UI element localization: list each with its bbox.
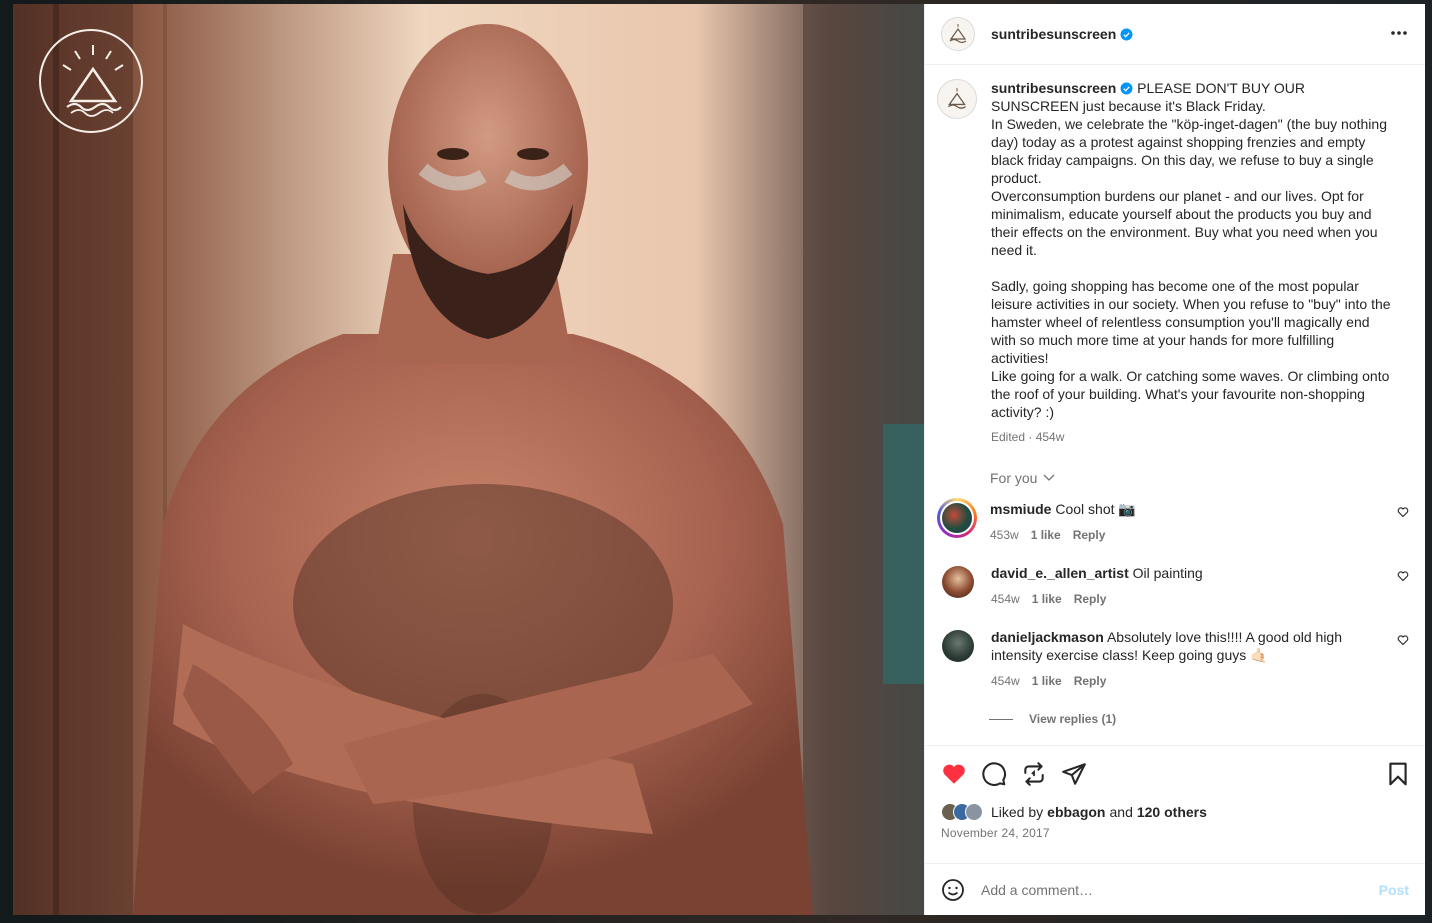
comment-likes-count[interactable]: 1 like xyxy=(1031,526,1061,544)
comment-item: danieljackmason Absolutely love this!!!!… xyxy=(937,628,1409,690)
comment-username[interactable]: danieljackmason xyxy=(991,629,1104,645)
comment-reply-button[interactable]: Reply xyxy=(1074,590,1107,608)
author-avatar[interactable] xyxy=(941,17,975,51)
comment-item: david_e._allen_artist Oil painting 454w … xyxy=(937,564,1409,608)
post-date[interactable]: November 24, 2017 xyxy=(925,823,1425,845)
likes-summary: Liked by ebbagon and 120 others xyxy=(925,801,1425,823)
verified-badge-icon xyxy=(1120,82,1133,95)
comment-age[interactable]: 454w xyxy=(991,590,1020,608)
comment-likes-count[interactable]: 1 like xyxy=(1032,590,1062,608)
liked-by-prefix: Liked by xyxy=(991,804,1044,820)
brand-logo-icon xyxy=(949,24,967,44)
verified-badge-icon xyxy=(1120,28,1133,41)
share-paper-plane-icon[interactable] xyxy=(1061,761,1087,787)
post-photo[interactable] xyxy=(13,4,924,915)
comment-likes-count[interactable]: 1 like xyxy=(1032,672,1062,690)
photo-illustration xyxy=(13,4,924,915)
like-heart-icon[interactable] xyxy=(941,761,967,787)
liker-avatar xyxy=(965,803,983,821)
comment-username[interactable]: msmiude xyxy=(990,501,1051,517)
caption-meta: Edited · 454w xyxy=(991,430,1065,444)
repost-icon[interactable] xyxy=(1021,761,1047,787)
comment-text: Cool shot 📷 xyxy=(1055,501,1136,517)
comment-bubble-icon[interactable] xyxy=(981,761,1007,787)
save-bookmark-icon[interactable] xyxy=(1385,761,1411,787)
author-username[interactable]: suntribesunscreen xyxy=(991,26,1133,42)
comment-sort-label: For you xyxy=(990,470,1038,486)
comment-age[interactable]: 454w xyxy=(991,672,1020,690)
brand-logo-icon xyxy=(947,88,967,109)
caption-body: suntribesunscreen PLEASE DON'T BUY OUR S… xyxy=(991,79,1393,446)
comment-like-heart-icon[interactable] xyxy=(1397,506,1409,518)
post-modal: suntribesunscreen suntribesunscreen PLEA… xyxy=(13,4,1425,915)
comment-reply-button[interactable]: Reply xyxy=(1073,526,1106,544)
liked-by-others[interactable]: 120 others xyxy=(1137,804,1207,820)
comment-username[interactable]: david_e._allen_artist xyxy=(991,565,1129,581)
author-username-text[interactable]: suntribesunscreen xyxy=(991,26,1116,42)
comment-input[interactable] xyxy=(981,881,1379,898)
comment-reply-button[interactable]: Reply xyxy=(1074,672,1107,690)
likers-avatar-stack[interactable] xyxy=(941,803,983,821)
comment-age[interactable]: 453w xyxy=(990,526,1019,544)
more-dots-icon xyxy=(1391,30,1407,35)
liked-by-user[interactable]: ebbagon xyxy=(1047,804,1105,820)
view-replies-button[interactable]: View replies (1) xyxy=(989,712,1409,726)
comment-like-heart-icon[interactable] xyxy=(1397,570,1409,582)
post-header: suntribesunscreen xyxy=(925,4,1425,65)
caption-username[interactable]: suntribesunscreen xyxy=(991,80,1116,96)
post-side-panel: suntribesunscreen suntribesunscreen PLEA… xyxy=(924,4,1425,915)
commenter-avatar[interactable] xyxy=(942,630,974,662)
liked-by-and: and xyxy=(1109,804,1133,820)
commenter-avatar[interactable] xyxy=(942,566,974,598)
replies-divider xyxy=(989,718,1013,720)
view-replies-label: View replies (1) xyxy=(1029,712,1117,726)
post-comment-button[interactable]: Post xyxy=(1379,882,1409,898)
chevron-down-icon xyxy=(1044,474,1055,481)
comment-sort-dropdown[interactable]: For you xyxy=(990,470,1409,486)
comment-item: msmiude Cool shot 📷 453w 1 like Reply xyxy=(937,498,1409,544)
commenter-avatar[interactable] xyxy=(937,498,977,538)
emoji-icon[interactable] xyxy=(941,878,965,902)
caption-author-avatar[interactable] xyxy=(937,79,977,119)
comment-like-heart-icon[interactable] xyxy=(1397,634,1409,646)
comment-text: Oil painting xyxy=(1132,565,1203,581)
caption-text: In Sweden, we celebrate the "köp-inget-d… xyxy=(991,116,1391,420)
post-actions-bar xyxy=(925,745,1425,801)
comments-scroll-area[interactable]: suntribesunscreen PLEASE DON'T BUY OUR S… xyxy=(925,65,1425,745)
caption: suntribesunscreen PLEASE DON'T BUY OUR S… xyxy=(937,79,1409,446)
more-options-button[interactable] xyxy=(1389,23,1409,46)
brand-logo-badge xyxy=(39,29,143,133)
comment-composer: Post xyxy=(925,863,1425,915)
